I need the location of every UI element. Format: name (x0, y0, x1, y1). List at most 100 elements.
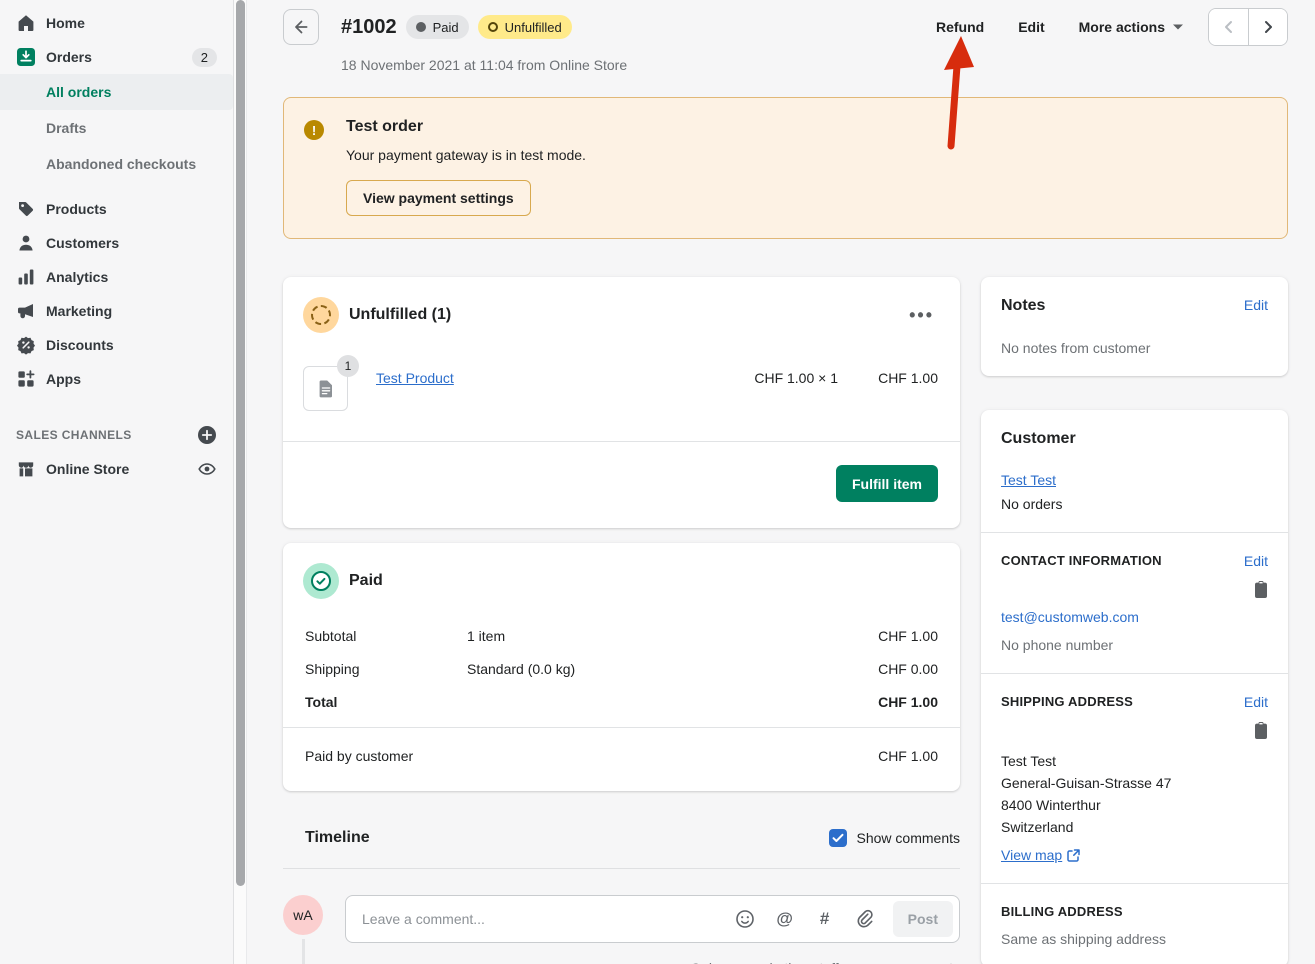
header-actions: Refund Edit More actions (902, 8, 1288, 46)
paid-status-icon (303, 563, 339, 599)
shipping-address-line: Switzerland (1001, 816, 1268, 838)
order-date-subtitle: 18 November 2021 at 11:04 from Online St… (341, 57, 1288, 73)
sidebar-item-label: Marketing (46, 303, 217, 319)
sidebar-item-marketing[interactable]: Marketing (0, 294, 233, 328)
show-comments-label: Show comments (857, 830, 960, 846)
edit-contact-link[interactable]: Edit (1244, 553, 1268, 569)
sidebar-item-analytics[interactable]: Analytics (0, 260, 233, 294)
row-amount: CHF 1.00 (878, 628, 938, 644)
banner-message: Your payment gateway is in test mode. (346, 147, 586, 163)
row-label: Total (305, 694, 467, 710)
main-content: #1002 Paid Unfulfilled Refund Edit More … (247, 0, 1315, 964)
sidebar-item-products[interactable]: Products (0, 192, 233, 226)
notes-empty-text: No notes from customer (1001, 340, 1268, 356)
sidebar-item-apps[interactable]: Apps (0, 362, 233, 396)
copy-to-clipboard-icon[interactable] (1254, 722, 1268, 740)
add-channel-icon[interactable] (197, 425, 217, 445)
edit-order-button[interactable]: Edit (1018, 19, 1044, 35)
timeline-title: Timeline (305, 829, 829, 847)
more-actions-label: More actions (1079, 19, 1165, 35)
row-label: Shipping (305, 661, 467, 677)
sidebar-item-abandoned-checkouts[interactable]: Abandoned checkouts (0, 146, 233, 182)
sidebar-item-all-orders[interactable]: All orders (0, 74, 233, 110)
mention-icon[interactable]: @ (773, 907, 797, 931)
scrollbar-thumb[interactable] (236, 0, 245, 886)
attachment-icon[interactable] (853, 907, 877, 931)
home-icon (16, 13, 36, 33)
customer-email-link[interactable]: test@customweb.com (1001, 609, 1139, 625)
timeline-section: Timeline Show comments wA (283, 829, 960, 964)
contact-information-heading: CONTACT INFORMATION (1001, 553, 1244, 568)
sidebar-item-label: Apps (46, 371, 217, 387)
row-amount: CHF 0.00 (878, 661, 938, 677)
sidebar-item-drafts[interactable]: Drafts (0, 110, 233, 146)
page-scrollbar[interactable] (233, 0, 247, 964)
copy-to-clipboard-icon[interactable] (1254, 581, 1268, 599)
order-pagination (1208, 8, 1288, 46)
refund-button[interactable]: Refund (936, 19, 984, 35)
subtotal-row: Subtotal 1 item CHF 1.00 (305, 628, 938, 644)
eye-icon[interactable] (197, 459, 217, 479)
row-amount: CHF 1.00 (878, 748, 938, 764)
paid-dot-icon (416, 22, 426, 32)
analytics-icon (16, 267, 36, 287)
unfulfilled-status-icon (303, 297, 339, 333)
card-more-actions-button[interactable]: ••• (903, 302, 940, 328)
comment-composer: wA @ # Post (283, 895, 960, 943)
sidebar-item-customers[interactable]: Customers (0, 226, 233, 260)
customers-icon (16, 233, 36, 253)
payment-card: Paid Subtotal 1 item CHF 1.00 Shipping S… (283, 543, 960, 791)
comment-input[interactable] (362, 911, 733, 927)
timeline-line (302, 939, 305, 964)
products-icon (16, 199, 36, 219)
sidebar-item-discounts[interactable]: Discounts (0, 328, 233, 362)
row-detail: 1 item (467, 628, 878, 644)
sidebar-item-label: Products (46, 201, 217, 217)
comment-visibility-note: Only you and other staff can see comment… (283, 960, 960, 964)
order-main-column: Unfulfilled (1) ••• 1 Test Product CHF 1… (283, 277, 960, 964)
show-comments-toggle[interactable]: Show comments (829, 829, 960, 847)
sales-channels-header: SALES CHANNELS (0, 418, 233, 452)
paid-badge-label: Paid (433, 20, 459, 35)
shipping-address-line: General-Guisan-Strasse 47 (1001, 772, 1268, 794)
document-icon (315, 378, 337, 400)
order-side-column: Notes Edit No notes from customer Custom… (981, 277, 1288, 964)
edit-notes-link[interactable]: Edit (1244, 297, 1268, 313)
hashtag-icon[interactable]: # (813, 907, 837, 931)
orders-icon (16, 47, 36, 67)
view-payment-settings-button[interactable]: View payment settings (346, 180, 531, 216)
shipping-address-line: 8400 Winterthur (1001, 794, 1268, 816)
back-button[interactable] (283, 9, 319, 45)
fulfillment-badge-label: Unfulfilled (505, 20, 562, 35)
emoji-icon[interactable] (733, 907, 757, 931)
apps-icon (16, 369, 36, 389)
sidebar-item-online-store[interactable]: Online Store (0, 452, 233, 486)
row-detail (467, 694, 878, 710)
line-item-price: CHF 1.00 × 1 (688, 370, 838, 386)
fulfillment-card-title: Unfulfilled (1) (349, 306, 903, 324)
view-map-link[interactable]: View map (1001, 847, 1062, 863)
customer-link[interactable]: Test Test (1001, 472, 1056, 488)
next-order-button[interactable] (1248, 9, 1287, 45)
sidebar-item-label: Orders (46, 49, 192, 65)
post-comment-button[interactable]: Post (893, 901, 953, 937)
fulfillment-status-badge: Unfulfilled (478, 15, 572, 39)
product-link[interactable]: Test Product (376, 370, 688, 386)
customer-phone-text: No phone number (1001, 637, 1268, 653)
row-detail: Standard (0.0 kg) (467, 661, 878, 677)
fulfill-item-button[interactable]: Fulfill item (836, 465, 938, 502)
sidebar-item-home[interactable]: Home (0, 6, 233, 40)
edit-shipping-link[interactable]: Edit (1244, 694, 1268, 710)
paid-by-customer-row: Paid by customer CHF 1.00 (283, 728, 960, 791)
more-actions-button[interactable]: More actions (1079, 19, 1184, 35)
notes-card: Notes Edit No notes from customer (981, 277, 1288, 376)
previous-order-button[interactable] (1209, 9, 1248, 45)
billing-address-text: Same as shipping address (1001, 931, 1268, 947)
quantity-badge: 1 (337, 355, 359, 377)
checkbox-checked-icon[interactable] (829, 829, 847, 847)
sidebar-item-orders[interactable]: Orders 2 (0, 40, 233, 74)
row-label: Paid by customer (305, 748, 413, 764)
row-amount: CHF 1.00 (878, 694, 938, 710)
order-number: #1002 (341, 16, 397, 39)
comment-box: @ # Post (345, 895, 960, 943)
